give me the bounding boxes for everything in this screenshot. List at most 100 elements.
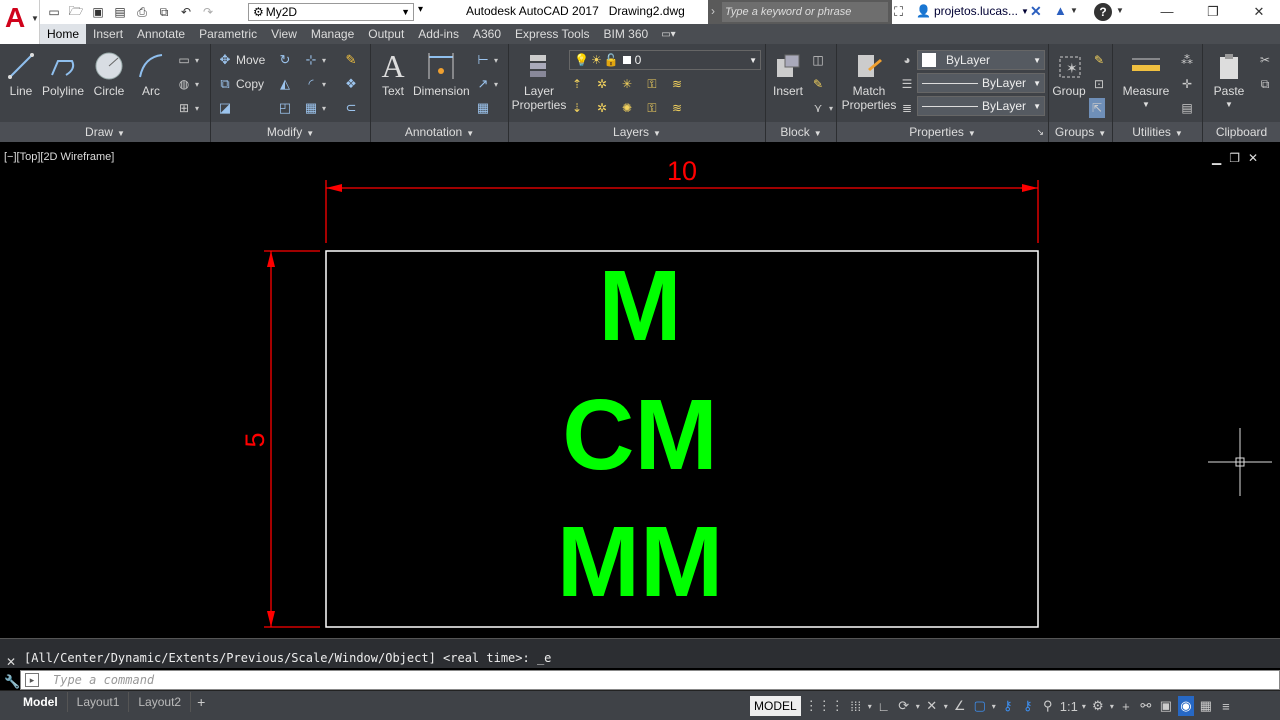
tab-a360[interactable]: A360 bbox=[466, 24, 508, 44]
array-button[interactable]: ▦ ▾ bbox=[303, 98, 326, 118]
ungroup-tool[interactable]: ✎ bbox=[1091, 50, 1107, 70]
restore-button[interactable]: ❐ bbox=[1198, 2, 1228, 22]
auto-scale-icon[interactable]: ⚷ bbox=[1020, 696, 1036, 716]
workspace-switch-icon[interactable]: ⚙ bbox=[1090, 696, 1106, 716]
polyline-button[interactable]: Polyline bbox=[40, 50, 86, 98]
user-account[interactable]: 👤 projetos.lucas... ▼ bbox=[916, 4, 1029, 18]
utilities-panel-title[interactable]: Utilities ▼ bbox=[1113, 122, 1202, 142]
group-selection-toggle[interactable]: ⇱ bbox=[1089, 98, 1105, 118]
layers-panel-title[interactable]: Layers ▼ bbox=[509, 122, 765, 142]
fillet-button[interactable]: ◜ ▾ bbox=[303, 74, 326, 94]
rotate-button[interactable]: ↻ bbox=[277, 50, 293, 70]
object-snap-tracking-icon[interactable]: ∠ bbox=[952, 696, 968, 716]
restore-drawing-button[interactable]: ❐ bbox=[1229, 151, 1240, 165]
calculator-tool[interactable]: ▤ bbox=[1179, 98, 1195, 118]
hatch-tool[interactable]: ◍ ▾ bbox=[176, 74, 199, 94]
group-edit-tool[interactable]: ⊡ bbox=[1091, 74, 1107, 94]
qat-customize-icon[interactable]: ▾ bbox=[418, 4, 423, 15]
tab-layout2[interactable]: Layout2 bbox=[129, 692, 192, 712]
match-properties-button[interactable]: Match Properties bbox=[839, 50, 899, 112]
rectangle-outline[interactable] bbox=[325, 250, 1039, 628]
draw-panel-title[interactable]: Draw ▼ bbox=[0, 122, 210, 142]
layer-match-icon[interactable]: ≋ bbox=[669, 76, 685, 92]
erase-button[interactable]: ✎ bbox=[343, 50, 359, 70]
annotation-scale-value[interactable]: 1:1 bbox=[1060, 696, 1078, 716]
dimension-horizontal[interactable]: 10 bbox=[325, 156, 1039, 243]
autodesk-a360-icon[interactable]: ▲ bbox=[1054, 3, 1067, 18]
exchange-apps-icon[interactable]: ✕ bbox=[1030, 3, 1042, 20]
minimize-drawing-button[interactable]: ▁ bbox=[1212, 151, 1221, 165]
ribbon-toggle-icon[interactable]: ▭▾ bbox=[661, 29, 675, 40]
application-menu-button[interactable]: A ▼ bbox=[0, 0, 40, 44]
copy-clip-tool[interactable]: ⧉ bbox=[1257, 74, 1273, 94]
table-tool[interactable]: ▦ bbox=[475, 98, 491, 118]
paste-button[interactable]: Paste ▼ bbox=[1207, 50, 1251, 112]
close-icon[interactable]: ✕ bbox=[6, 655, 16, 669]
explode-button[interactable]: ❖ bbox=[343, 74, 359, 94]
chevron-right-icon[interactable]: › bbox=[711, 4, 715, 18]
arc-button[interactable]: Arc bbox=[132, 50, 170, 98]
clipboard-panel-title[interactable]: Clipboard bbox=[1203, 122, 1280, 142]
layer-previous-icon[interactable]: ≋ bbox=[669, 100, 685, 116]
leader-tool[interactable]: ↗ ▾ bbox=[475, 74, 498, 94]
workspace-dropdown[interactable]: ⚙ My2D ▼ bbox=[248, 3, 414, 21]
quick-select-tool[interactable]: ⁂ bbox=[1179, 50, 1195, 70]
tab-manage[interactable]: Manage bbox=[304, 24, 361, 44]
customization-icon[interactable]: ≡ bbox=[1218, 696, 1234, 716]
mirror-button[interactable]: ◭ bbox=[277, 74, 293, 94]
command-input[interactable] bbox=[53, 672, 1253, 688]
tab-output[interactable]: Output bbox=[361, 24, 411, 44]
text-line-cm[interactable]: CM bbox=[562, 379, 718, 491]
tab-layout1[interactable]: Layout1 bbox=[68, 692, 130, 712]
new-file-icon[interactable]: ▭ bbox=[46, 4, 62, 20]
redo-icon[interactable]: ↷ bbox=[200, 4, 216, 20]
groups-panel-title[interactable]: Groups ▼ bbox=[1049, 122, 1112, 142]
layer-dropdown[interactable]: 💡 ☀ 🔓 0 ▼ bbox=[569, 50, 761, 70]
tab-bim-360[interactable]: BIM 360 bbox=[597, 24, 656, 44]
tab-model[interactable]: Model bbox=[14, 692, 68, 712]
object-snap-icon[interactable]: ▢ bbox=[972, 696, 988, 716]
search-input[interactable] bbox=[722, 2, 888, 22]
polar-tracking-icon[interactable]: ⟳ bbox=[896, 696, 912, 716]
line-button[interactable]: Line bbox=[4, 50, 38, 98]
insert-button[interactable]: Insert bbox=[768, 50, 808, 98]
layer-walk-icon[interactable]: ✺ bbox=[619, 100, 635, 116]
boundary-tool[interactable]: ⊞ ▾ bbox=[176, 98, 199, 118]
trim-button[interactable]: ⊹ ▾ bbox=[303, 50, 326, 70]
group-button[interactable]: ✶ Group bbox=[1049, 50, 1089, 98]
tab-parametric[interactable]: Parametric bbox=[192, 24, 264, 44]
tab-add-ins[interactable]: Add-ins bbox=[411, 24, 466, 44]
tab-express-tools[interactable]: Express Tools bbox=[508, 24, 596, 44]
edit-attributes-tool[interactable]: ⋎ ▾ bbox=[810, 98, 833, 118]
close-button[interactable]: ✕ bbox=[1244, 2, 1274, 22]
dimension-button[interactable]: Dimension bbox=[413, 50, 470, 98]
minimize-button[interactable]: — bbox=[1152, 2, 1182, 22]
layer-thaw-icon[interactable]: ✲ bbox=[594, 100, 610, 116]
modify-panel-title[interactable]: Modify ▼ bbox=[211, 122, 370, 142]
tab-view[interactable]: View bbox=[264, 24, 304, 44]
move-button[interactable]: ✥ Move bbox=[217, 50, 266, 70]
command-prompt-icon[interactable]: ▸ bbox=[25, 673, 39, 687]
quick-properties-icon[interactable]: ▣ bbox=[1158, 696, 1174, 716]
annotation-visibility-icon[interactable]: ⚷ bbox=[1000, 696, 1016, 716]
stretch-button[interactable]: ◪ bbox=[217, 98, 233, 118]
point-id-tool[interactable]: ✛ bbox=[1179, 74, 1195, 94]
text-line-mm[interactable]: MM bbox=[557, 506, 724, 618]
dimension-vertical[interactable]: 5 bbox=[240, 250, 320, 628]
plot-icon[interactable]: ⧉ bbox=[156, 4, 172, 20]
graphics-performance-icon[interactable]: ▦ bbox=[1198, 696, 1214, 716]
layer-off-icon[interactable]: ✳ bbox=[619, 76, 635, 92]
chevron-down-icon[interactable]: ▼ bbox=[1070, 6, 1078, 15]
block-panel-title[interactable]: Block ▼ bbox=[766, 122, 836, 142]
isolate-objects-icon[interactable]: ◉ bbox=[1177, 696, 1194, 716]
rectangle-tool[interactable]: ▭ ▾ bbox=[176, 50, 199, 70]
linear-dim-tool[interactable]: ⊢ ▾ bbox=[475, 50, 498, 70]
annotation-scale-icon[interactable]: ⚲ bbox=[1040, 696, 1056, 716]
copy-button[interactable]: ⧉ Copy bbox=[217, 74, 264, 94]
close-drawing-button[interactable]: ✕ bbox=[1248, 151, 1258, 165]
model-space-button[interactable]: MODEL bbox=[750, 696, 801, 716]
chevron-down-icon[interactable]: ▼ bbox=[1116, 6, 1124, 15]
snap-icon[interactable]: ⁞⁞⁞ bbox=[848, 696, 864, 716]
tab-annotate[interactable]: Annotate bbox=[130, 24, 192, 44]
circle-button[interactable]: Circle bbox=[88, 50, 130, 98]
